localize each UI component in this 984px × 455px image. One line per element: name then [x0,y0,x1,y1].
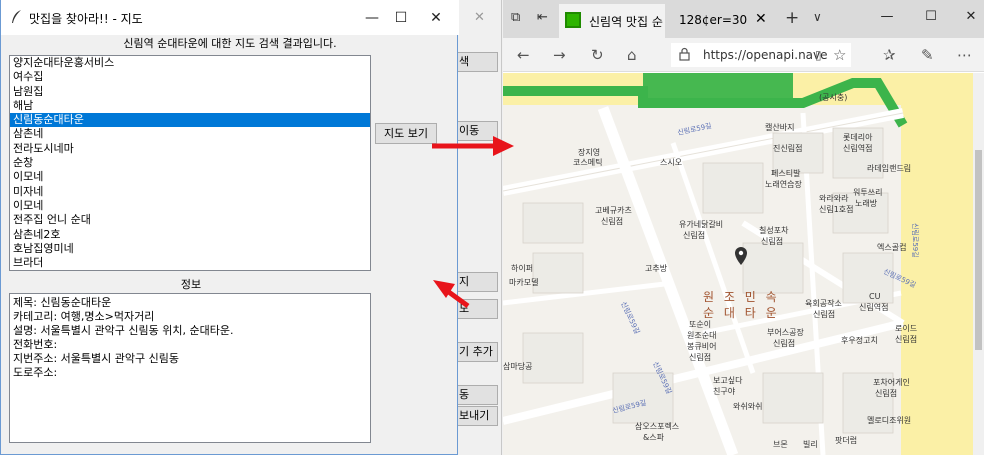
annotation-arrows [432,136,514,309]
arrow-right-icon [432,136,514,156]
arrow-up-left-icon [433,280,470,309]
